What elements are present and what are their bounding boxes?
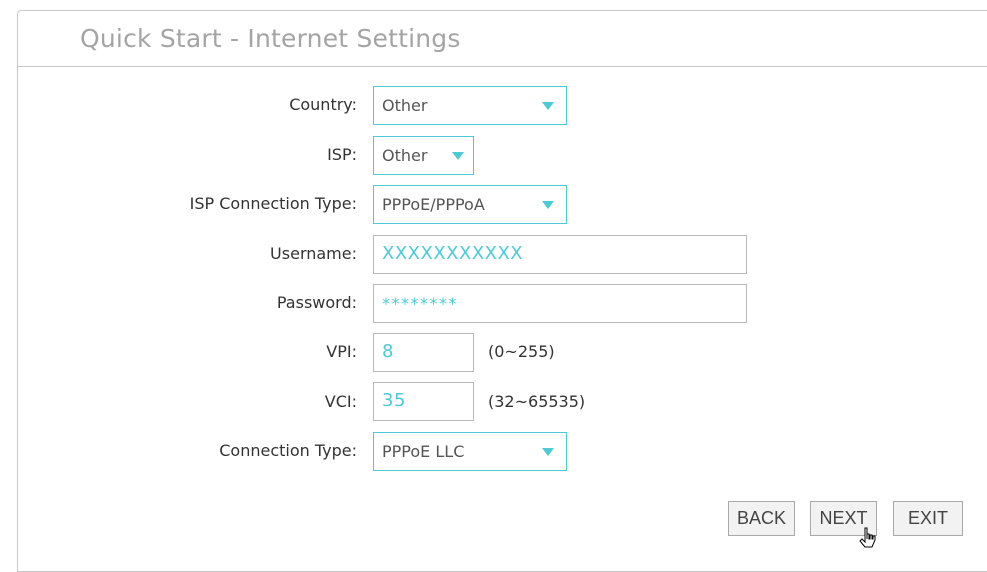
vci-value: 35 — [382, 390, 406, 411]
isp-value: Other — [382, 146, 428, 165]
isp-label: ISP: — [327, 145, 357, 164]
vpi-field[interactable]: 8 — [373, 333, 474, 372]
vpi-value: 8 — [382, 341, 394, 362]
password-value: ******** — [382, 294, 458, 313]
back-button[interactable]: BACK — [728, 501, 795, 536]
vci-label: VCI: — [324, 392, 357, 411]
page-title: Quick Start - Internet Settings — [80, 24, 461, 53]
panel-header: Quick Start - Internet Settings — [18, 11, 987, 67]
vpi-label: VPI: — [326, 342, 357, 361]
chevron-down-icon — [452, 152, 464, 160]
connection-type-value: PPPoE LLC — [382, 442, 465, 461]
connection-type-label: Connection Type: — [219, 441, 357, 460]
isp-select[interactable]: Other — [373, 136, 474, 175]
chevron-down-icon — [542, 102, 554, 110]
password-label: Password: — [276, 293, 357, 312]
country-label: Country: — [289, 95, 357, 114]
isp-connection-type-label: ISP Connection Type: — [189, 194, 357, 213]
country-select[interactable]: Other — [373, 86, 567, 125]
username-field[interactable]: XXXXXXXXXXX — [373, 235, 747, 274]
connection-type-select[interactable]: PPPoE LLC — [373, 432, 567, 471]
chevron-down-icon — [542, 448, 554, 456]
vci-range-hint: (32~65535) — [488, 392, 586, 411]
country-value: Other — [382, 96, 428, 115]
vci-field[interactable]: 35 — [373, 382, 474, 421]
mouse-pointer-icon — [859, 527, 876, 548]
password-field[interactable]: ******** — [373, 284, 747, 323]
chevron-down-icon — [542, 201, 554, 209]
username-label: Username: — [270, 244, 357, 263]
exit-button[interactable]: EXIT — [893, 501, 963, 536]
vpi-range-hint: (0~255) — [488, 342, 555, 361]
username-value: XXXXXXXXXXX — [382, 243, 524, 264]
isp-connection-type-select[interactable]: PPPoE/PPPoA — [373, 185, 567, 224]
isp-connection-type-value: PPPoE/PPPoA — [382, 195, 485, 214]
